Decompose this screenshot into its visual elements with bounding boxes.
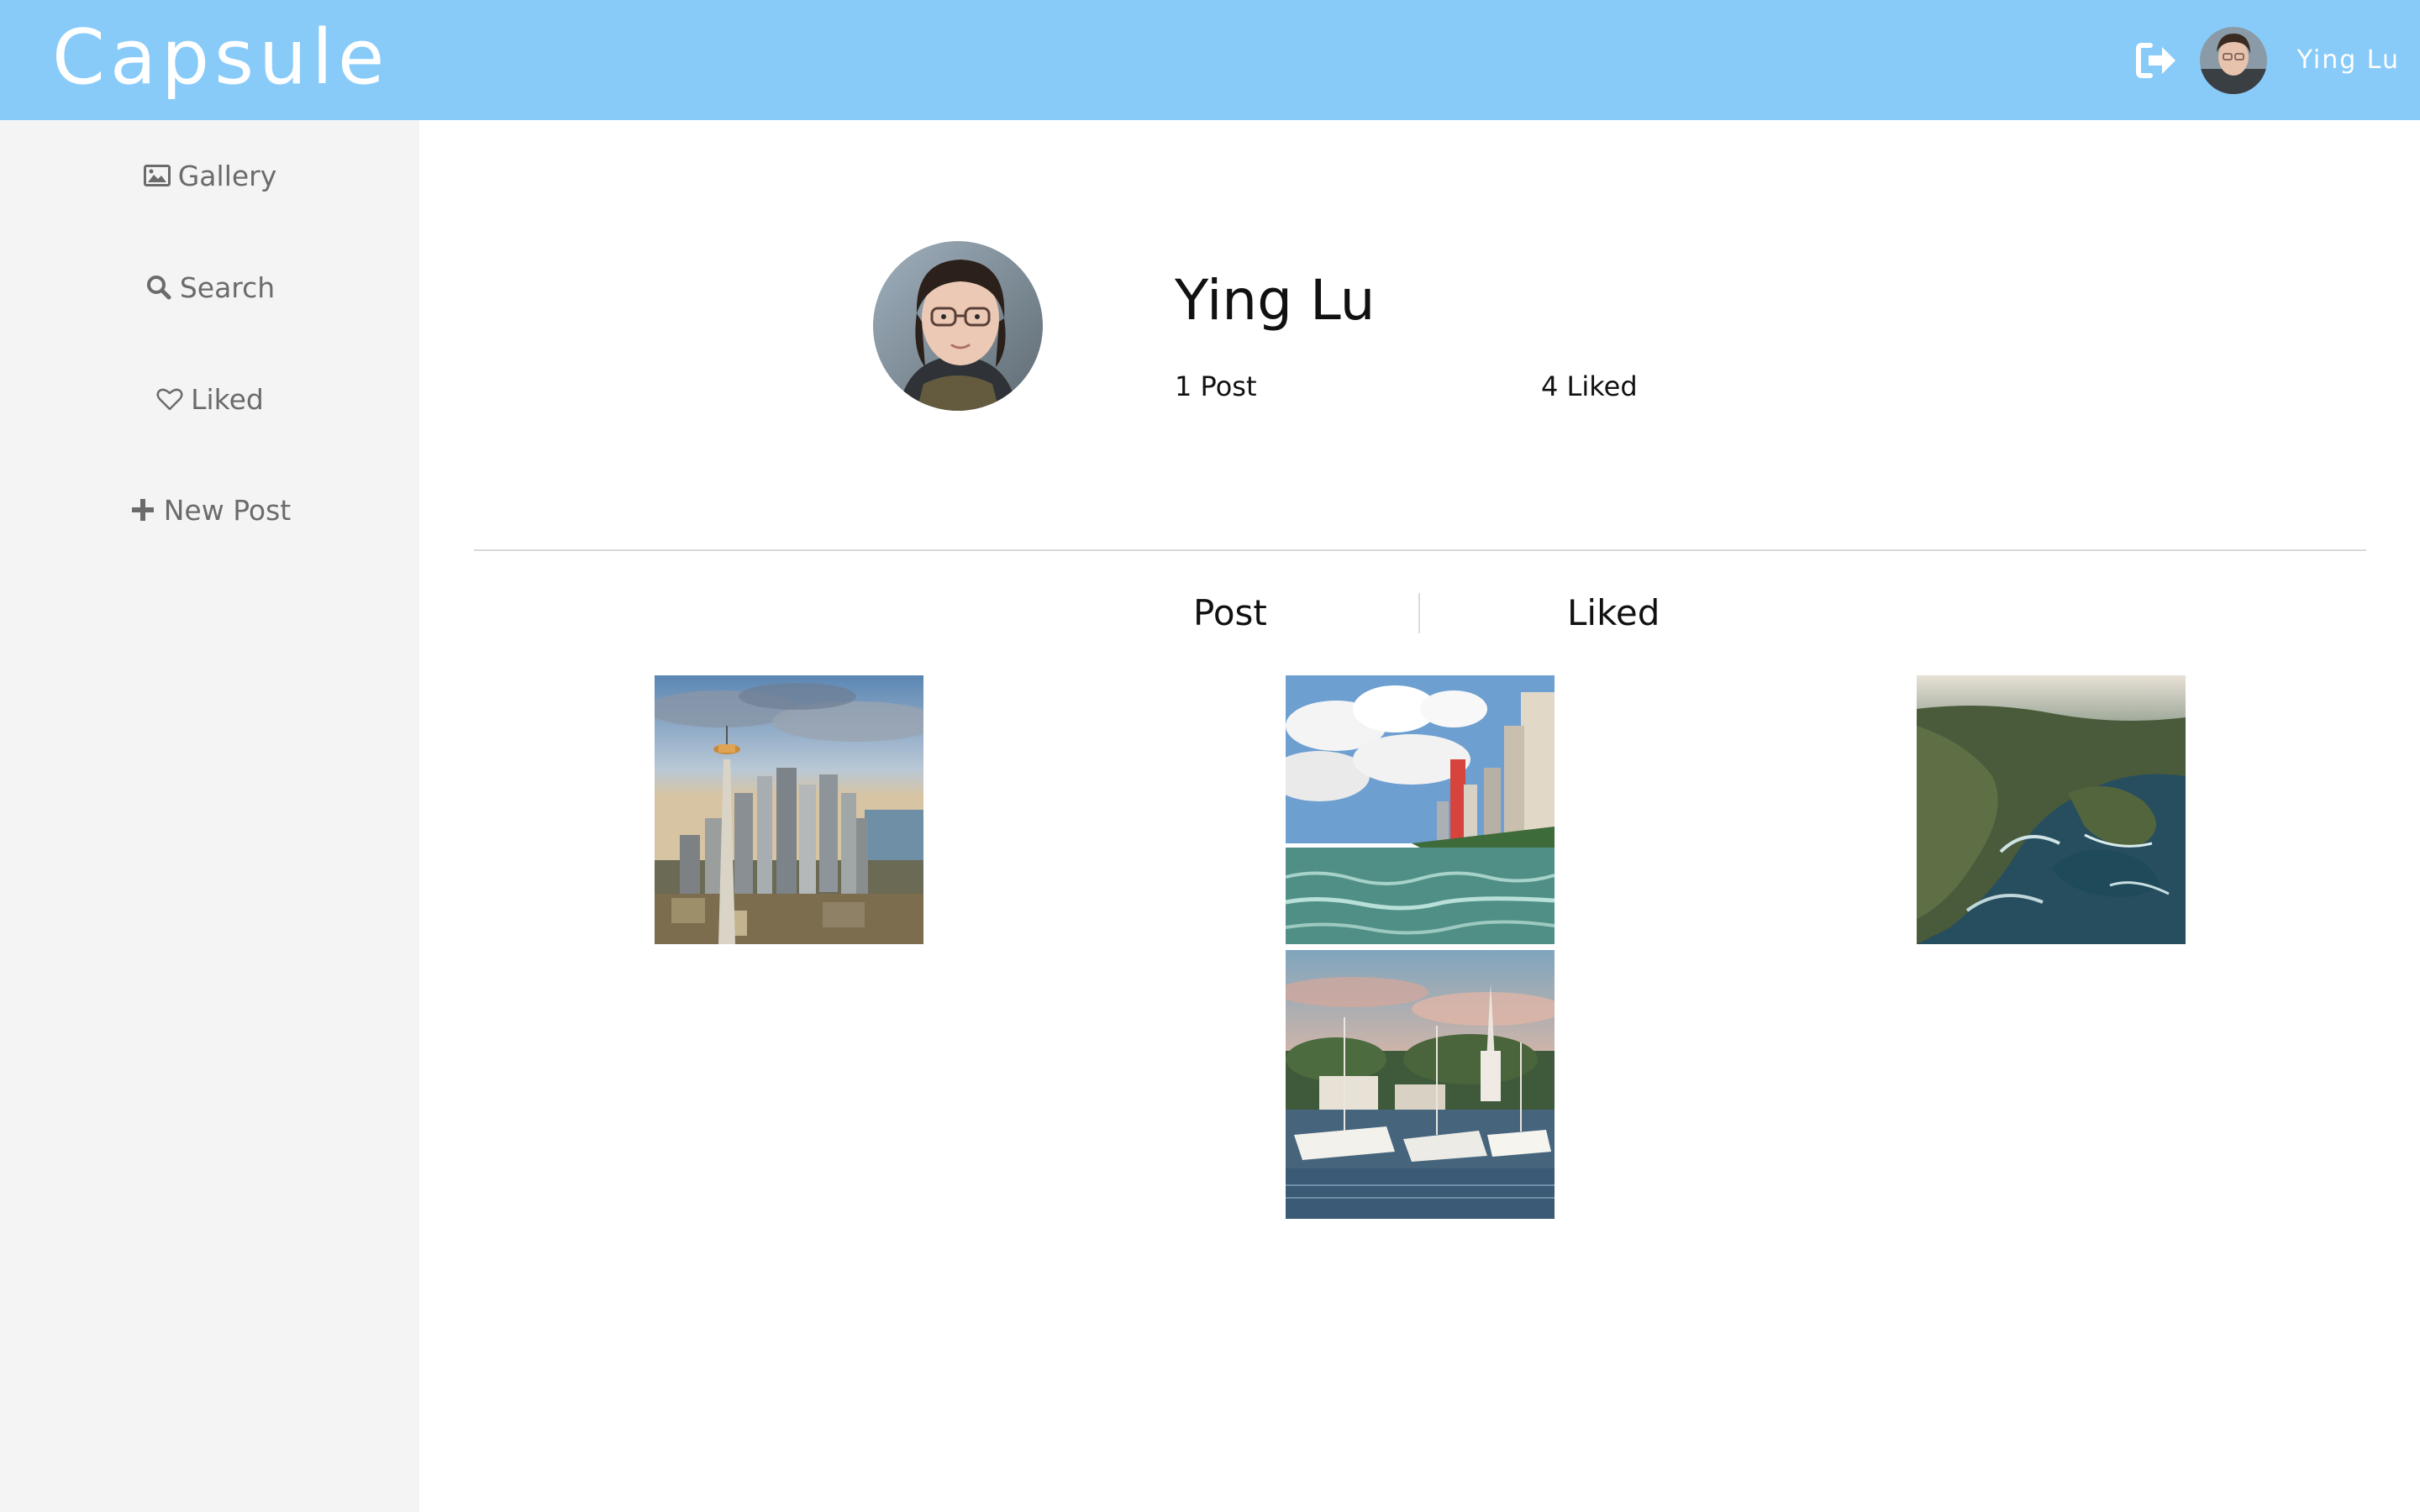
profile-avatar — [873, 241, 1043, 411]
sidebar-item-new-post[interactable]: New Post — [0, 476, 419, 543]
image-icon — [143, 161, 171, 190]
photo-thumbnail-cliffs[interactable] — [1917, 675, 2186, 944]
sidebar-item-label: Search — [179, 270, 276, 304]
photo-thumbnail-beach[interactable] — [1286, 675, 1555, 944]
sidebar-item-label: Gallery — [177, 159, 277, 192]
liked-count: 4 Liked — [1541, 370, 1638, 402]
sidebar-item-liked[interactable]: Liked — [0, 365, 419, 433]
app-logo[interactable]: Capsule — [52, 12, 389, 104]
header-user-area: Ying Lu — [2133, 0, 2400, 120]
tab-liked[interactable]: Liked — [1567, 588, 1660, 638]
section-divider — [474, 549, 2366, 551]
tab-post[interactable]: Post — [1193, 588, 1267, 638]
photo-thumbnail-harbor[interactable] — [1286, 950, 1555, 1219]
photo-thumbnail-city[interactable] — [655, 675, 923, 944]
sidebar-item-search[interactable]: Search — [0, 254, 419, 321]
sidebar-item-label: Liked — [191, 382, 264, 416]
plus-icon — [129, 496, 157, 524]
tab-separator — [1418, 593, 1420, 633]
sidebar: Gallery Search Liked New Post — [0, 120, 419, 1512]
search-icon — [145, 273, 173, 302]
header-username[interactable]: Ying Lu — [2297, 45, 2400, 75]
post-count: 1 Post — [1175, 370, 1257, 402]
logout-icon[interactable] — [2133, 37, 2180, 84]
top-bar: Capsule Ying Lu — [0, 0, 2420, 120]
profile-name: Ying Lu — [1175, 268, 1376, 333]
sidebar-item-label: New Post — [163, 493, 292, 527]
avatar[interactable] — [2199, 26, 2267, 94]
sidebar-item-gallery[interactable]: Gallery — [0, 142, 419, 209]
heart-icon — [155, 385, 184, 413]
